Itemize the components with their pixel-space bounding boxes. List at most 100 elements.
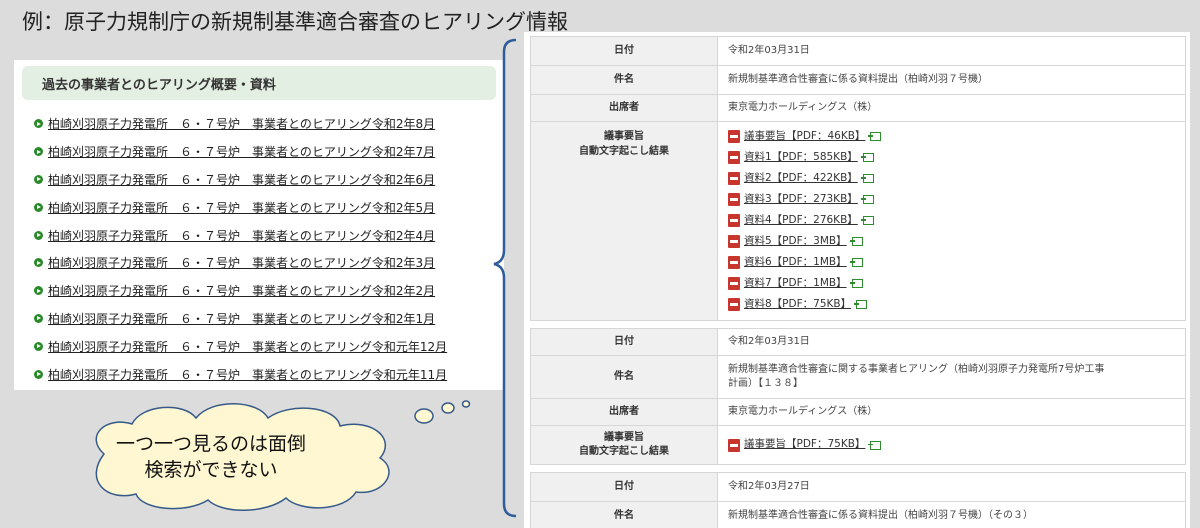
documents-cell: 議事要旨【PDF：75KB】 bbox=[718, 426, 1185, 464]
attendees-value: 東京電力ホールディングス（株） bbox=[728, 405, 878, 417]
arrow-bullet-icon bbox=[34, 174, 43, 184]
document-link[interactable]: 資料5【PDF：3MB】 bbox=[744, 234, 847, 249]
past-hearings-panel: 過去の事業者とのヒアリング概要・資料 柏崎刈羽原子力発電所 ６・７号炉 事業者と… bbox=[14, 60, 504, 390]
date-value: 令和2年03月27日 bbox=[728, 480, 810, 492]
cloud-line1: 一つ一つ見るのは面倒 bbox=[115, 433, 306, 455]
minutes-label-line2: 自動文字起こし結果 bbox=[579, 145, 669, 157]
subject-row: 件名 新規制基準適合性審査に係る資料提出（柏崎刈羽７号機）（その３） bbox=[531, 501, 1185, 528]
minutes-label-line1: 議事要旨 bbox=[604, 131, 644, 142]
list-item[interactable]: 柏崎刈羽原子力発電所 ６・７号炉 事業者とのヒアリング令和2年6月 bbox=[34, 166, 504, 194]
subject-line1: 新規制基準適合性審査に関する事業者ヒアリング（柏崎刈羽原子力発電所7号炉工事 bbox=[728, 363, 1105, 375]
document-link[interactable]: 資料3【PDF：273KB】 bbox=[744, 192, 858, 207]
arrow-bullet-icon bbox=[34, 119, 43, 129]
minutes-label-line2: 自動文字起こし結果 bbox=[579, 446, 669, 457]
arrow-bullet-icon bbox=[34, 341, 43, 351]
pdf-icon bbox=[728, 256, 740, 269]
list-item[interactable]: 柏崎刈羽原子力発電所 ６・７号炉 事業者とのヒアリング令和2年3月 bbox=[34, 249, 504, 277]
pdf-icon bbox=[728, 172, 740, 185]
list-item[interactable]: 柏崎刈羽原子力発電所 ６・７号炉 事業者とのヒアリング令和元年11月 bbox=[34, 360, 504, 388]
slide-title: 例：原子力規制庁の新規制基準適合審査のヒアリング情報 bbox=[22, 10, 568, 34]
subject-row: 件名 新規制基準適合性審査に関する事業者ヒアリング（柏崎刈羽原子力発電所7号炉工… bbox=[531, 355, 1185, 398]
document-link[interactable]: 議事要旨【PDF：75KB】 bbox=[744, 437, 865, 452]
list-item[interactable]: 柏崎刈羽原子力発電所 ６・７号炉 事業者とのヒアリング令和2年8月 bbox=[34, 110, 504, 138]
minutes-row: 議事要旨自動文字起こし結果 議事要旨【PDF：75KB】 bbox=[531, 425, 1185, 464]
hearing-link[interactable]: 柏崎刈羽原子力発電所 ６・７号炉 事業者とのヒアリング令和元年12月 bbox=[48, 338, 447, 355]
external-window-icon[interactable] bbox=[868, 132, 882, 141]
hearing-link[interactable]: 柏崎刈羽原子力発電所 ６・７号炉 事業者とのヒアリング令和2年5月 bbox=[48, 199, 435, 216]
external-window-icon[interactable] bbox=[860, 153, 874, 162]
document-item: 資料1【PDF：585KB】 bbox=[728, 147, 881, 168]
minutes-row: 議事要旨自動文字起こし結果 議事要旨【PDF：46KB】 資料1【PDF：585… bbox=[531, 121, 1185, 320]
external-window-icon[interactable] bbox=[854, 300, 868, 309]
document-link[interactable]: 資料6【PDF：1MB】 bbox=[744, 255, 847, 270]
documents-cell: 議事要旨【PDF：46KB】 資料1【PDF：585KB】 資料2【PDF：42… bbox=[718, 122, 1185, 320]
date-row: 日付 令和2年03月27日 bbox=[531, 473, 1185, 501]
arrow-bullet-icon bbox=[34, 202, 43, 212]
hearing-list: 柏崎刈羽原子力発電所 ６・７号炉 事業者とのヒアリング令和2年8月 柏崎刈羽原子… bbox=[14, 110, 504, 388]
document-link[interactable]: 資料4【PDF：276KB】 bbox=[744, 213, 858, 228]
list-item[interactable]: 柏崎刈羽原子力発電所 ６・７号炉 事業者とのヒアリング令和2年2月 bbox=[34, 277, 504, 305]
list-item[interactable]: 柏崎刈羽原子力発電所 ６・７号炉 事業者とのヒアリング令和2年4月 bbox=[34, 221, 504, 249]
cloud-line2: 検索ができない bbox=[144, 458, 278, 481]
external-window-icon[interactable] bbox=[860, 195, 874, 204]
hearing-link[interactable]: 柏崎刈羽原子力発電所 ６・７号炉 事業者とのヒアリング令和元年11月 bbox=[48, 366, 447, 383]
hearing-link[interactable]: 柏崎刈羽原子力発電所 ６・７号炉 事業者とのヒアリング令和2年2月 bbox=[48, 282, 435, 299]
list-item[interactable]: 柏崎刈羽原子力発電所 ６・７号炉 事業者とのヒアリング令和2年5月 bbox=[34, 193, 504, 221]
document-item: 資料3【PDF：273KB】 bbox=[728, 189, 881, 210]
document-item: 資料2【PDF：422KB】 bbox=[728, 168, 881, 189]
document-list: 議事要旨【PDF：46KB】 資料1【PDF：585KB】 資料2【PDF：42… bbox=[728, 126, 882, 315]
arrow-bullet-icon bbox=[34, 286, 43, 296]
arrow-bullet-icon bbox=[34, 147, 43, 157]
subject-value: 新規制基準適合性審査に係る資料提出（柏崎刈羽７号機）（その３） bbox=[728, 509, 1033, 521]
past-hearings-header: 過去の事業者とのヒアリング概要・資料 bbox=[22, 66, 496, 100]
hearing-record: 日付 令和2年03月31日 件名 新規制基準適合性審査に係る資料提出（柏崎刈羽７… bbox=[530, 36, 1186, 321]
pdf-icon bbox=[728, 235, 740, 248]
document-item: 資料8【PDF：75KB】 bbox=[728, 294, 881, 315]
hearing-record: 日付 令和2年03月31日 件名 新規制基準適合性審査に関する事業者ヒアリング（… bbox=[530, 328, 1186, 465]
document-item: 資料6【PDF：1MB】 bbox=[728, 252, 881, 273]
curly-bracket-icon bbox=[493, 38, 517, 518]
hearing-link[interactable]: 柏崎刈羽原子力発電所 ６・７号炉 事業者とのヒアリング令和2年7月 bbox=[48, 143, 435, 160]
document-link[interactable]: 資料8【PDF：75KB】 bbox=[744, 297, 851, 312]
subject-label: 件名 bbox=[531, 502, 718, 528]
list-item[interactable]: 柏崎刈羽原子力発電所 ６・７号炉 事業者とのヒアリング令和2年1月 bbox=[34, 305, 504, 333]
pdf-icon bbox=[728, 151, 740, 164]
external-window-icon[interactable] bbox=[860, 216, 874, 225]
pdf-icon bbox=[728, 298, 740, 311]
attendees-label: 出席者 bbox=[531, 399, 718, 425]
external-window-icon[interactable] bbox=[860, 174, 874, 183]
hearing-link[interactable]: 柏崎刈羽原子力発電所 ６・７号炉 事業者とのヒアリング令和2年4月 bbox=[48, 227, 435, 244]
attendees-row: 出席者 東京電力ホールディングス（株） bbox=[531, 94, 1185, 121]
minutes-label: 議事要旨自動文字起こし結果 bbox=[531, 426, 718, 464]
hearing-detail-panel: 日付 令和2年03月31日 件名 新規制基準適合性審査に係る資料提出（柏崎刈羽７… bbox=[524, 32, 1190, 528]
hearing-link[interactable]: 柏崎刈羽原子力発電所 ６・７号炉 事業者とのヒアリング令和2年1月 bbox=[48, 310, 435, 327]
document-item: 議事要旨【PDF：75KB】 bbox=[728, 435, 882, 456]
attendees-label: 出席者 bbox=[531, 95, 718, 121]
document-item: 資料7【PDF：1MB】 bbox=[728, 273, 881, 294]
hearing-link[interactable]: 柏崎刈羽原子力発電所 ６・７号炉 事業者とのヒアリング令和2年3月 bbox=[48, 254, 435, 271]
date-label: 日付 bbox=[531, 473, 718, 501]
minutes-label-line1: 議事要旨 bbox=[604, 431, 644, 443]
external-window-icon[interactable] bbox=[868, 440, 882, 450]
hearing-record: 日付 令和2年03月27日 件名 新規制基準適合性審査に係る資料提出（柏崎刈羽７… bbox=[530, 472, 1186, 528]
list-item[interactable]: 柏崎刈羽原子力発電所 ６・７号炉 事業者とのヒアリング令和2年7月 bbox=[34, 138, 504, 166]
date-label: 日付 bbox=[531, 37, 718, 65]
date-label: 日付 bbox=[531, 329, 718, 355]
document-link[interactable]: 議事要旨【PDF：46KB】 bbox=[744, 129, 865, 144]
hearing-link[interactable]: 柏崎刈羽原子力発電所 ６・７号炉 事業者とのヒアリング令和2年8月 bbox=[48, 115, 435, 132]
external-window-icon[interactable] bbox=[849, 279, 863, 288]
arrow-bullet-icon bbox=[34, 230, 43, 240]
document-item: 資料4【PDF：276KB】 bbox=[728, 210, 881, 231]
external-window-icon[interactable] bbox=[849, 237, 863, 246]
pdf-icon bbox=[728, 214, 740, 227]
document-link[interactable]: 資料1【PDF：585KB】 bbox=[744, 150, 858, 165]
arrow-bullet-icon bbox=[34, 258, 43, 268]
pdf-icon bbox=[728, 438, 740, 452]
hearing-link[interactable]: 柏崎刈羽原子力発電所 ６・７号炉 事業者とのヒアリング令和2年6月 bbox=[48, 171, 435, 188]
list-item[interactable]: 柏崎刈羽原子力発電所 ６・７号炉 事業者とのヒアリング令和元年12月 bbox=[34, 332, 504, 360]
subject-row: 件名 新規制基準適合性審査に係る資料提出（柏崎刈羽７号機） bbox=[531, 65, 1185, 94]
minutes-label: 議事要旨自動文字起こし結果 bbox=[531, 122, 718, 320]
document-link[interactable]: 資料7【PDF：1MB】 bbox=[744, 276, 847, 291]
external-window-icon[interactable] bbox=[849, 258, 863, 267]
document-link[interactable]: 資料2【PDF：422KB】 bbox=[744, 171, 858, 186]
